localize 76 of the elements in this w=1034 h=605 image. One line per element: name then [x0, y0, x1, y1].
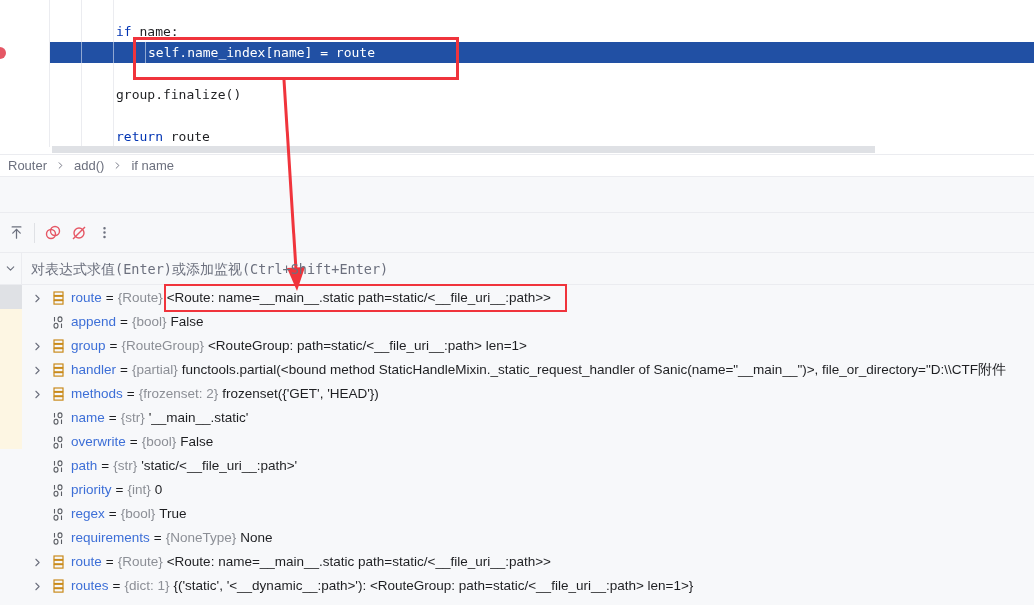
object-icon: [53, 555, 64, 569]
code-line: self.name_index[name] = route: [148, 43, 375, 62]
variable-name: requirements: [71, 528, 150, 547]
equals-sign: =: [101, 456, 110, 475]
equals-sign: =: [109, 336, 118, 355]
binary-icon: [53, 531, 64, 545]
variable-value: <Route: name=__main__.static path=static/<__file_uri__:path>>: [166, 289, 551, 305]
variable-type: {str}: [120, 408, 145, 427]
object-icon: [53, 339, 64, 353]
object-icon: [53, 387, 64, 401]
variable-value: functools.partial(<bound method StaticHandleMixin._static_request_handler of Sanic(name="__main__")>, file_or_directory="D:\\CTF附件: [181, 361, 1007, 377]
variable-value: False: [180, 433, 214, 449]
variable-type: {bool}: [120, 504, 156, 523]
code-line: if name:: [116, 22, 179, 41]
variable-value: '__main__.static': [148, 409, 249, 425]
equals-sign: =: [126, 384, 135, 403]
variable-name: routes: [71, 576, 109, 595]
code-line: return route: [116, 127, 210, 146]
breadcrumb-item[interactable]: if name: [131, 155, 175, 176]
binary-icon: [53, 459, 64, 473]
variable-value: {('static', '<__dynamic__:path>'): <RouteGroup: path=static/<__file_uri__:path> len=1>}: [173, 577, 694, 593]
variable-value: <Route: name=__main__.static path=static/<__file_uri__:path>>: [166, 553, 551, 569]
variable-value: None: [240, 529, 273, 545]
variable-value: 'static/<__file_uri__:path>': [141, 457, 298, 473]
variable-type: {partial}: [131, 360, 178, 379]
code-line: group.finalize(): [116, 85, 242, 104]
mute-breakpoints-icon[interactable]: [71, 224, 87, 241]
variable-name: route: [71, 552, 102, 571]
variable-type: {Route}: [117, 288, 163, 307]
variable-name: group: [71, 336, 106, 355]
equals-sign: =: [120, 312, 128, 331]
equals-sign: =: [120, 360, 128, 379]
variable-name: regex: [71, 504, 105, 523]
equals-sign: =: [112, 576, 121, 595]
variable-value: <RouteGroup: path=static/<__file_uri__:path> len=1>: [208, 337, 527, 353]
binary-icon: [53, 507, 64, 521]
variable-type: {str}: [113, 456, 138, 475]
equals-sign: =: [108, 504, 117, 523]
object-icon: [53, 363, 64, 377]
equals-sign: =: [115, 480, 124, 499]
variable-value: False: [170, 313, 204, 329]
binary-icon: [53, 483, 64, 497]
object-icon: [53, 291, 64, 305]
variable-type: {dict: 1}: [124, 576, 170, 595]
variable-type: {Route}: [117, 552, 163, 571]
variable-name: path: [71, 456, 98, 475]
variable-type: {bool}: [131, 312, 167, 331]
variable-value: True: [159, 505, 187, 521]
equals-sign: =: [108, 408, 117, 427]
variable-type: {int}: [127, 480, 151, 499]
breadcrumb-item[interactable]: add(): [74, 155, 105, 176]
binary-icon: [53, 411, 64, 425]
variable-name: append: [71, 312, 117, 331]
binary-icon: [53, 315, 64, 329]
object-icon: [53, 579, 64, 593]
variable-name: handler: [71, 360, 117, 379]
variable-name: route: [71, 288, 102, 307]
variable-name: overwrite: [71, 432, 126, 451]
variable-type: {NoneType}: [165, 528, 237, 547]
variable-value: 0: [154, 481, 163, 497]
variable-type: {bool}: [141, 432, 177, 451]
variable-name: name: [71, 408, 105, 427]
variable-type: {frozenset: 2}: [138, 384, 219, 403]
equals-sign: =: [105, 552, 114, 571]
upload-icon[interactable]: [9, 225, 24, 240]
binary-icon: [53, 435, 64, 449]
equals-sign: =: [105, 288, 114, 307]
equals-sign: =: [153, 528, 162, 547]
breakpoints-icon[interactable]: [45, 224, 61, 241]
equals-sign: =: [129, 432, 138, 451]
variable-value: frozenset({'GET', 'HEAD'}): [222, 385, 379, 401]
variable-name: methods: [71, 384, 123, 403]
variable-type: {RouteGroup}: [121, 336, 204, 355]
horizontal-scrollbar[interactable]: [52, 146, 875, 153]
variable-name: priority: [71, 480, 112, 499]
breadcrumb-item[interactable]: Router: [8, 155, 48, 176]
